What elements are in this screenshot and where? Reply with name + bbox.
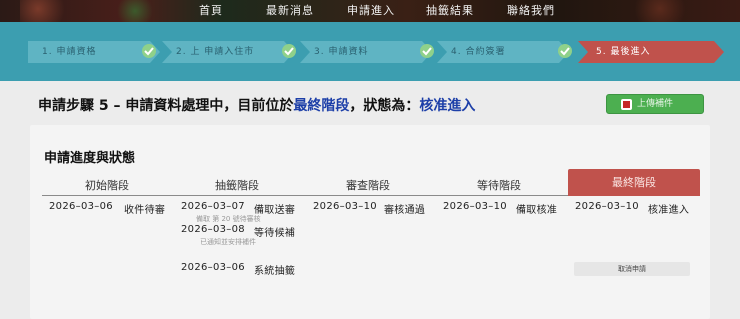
header-decoration [620,0,700,22]
current-state: 核准進入 [419,98,476,114]
lottery-date-2: 2026–03–08 [181,224,245,235]
nav-home[interactable]: 首頁 [199,2,223,20]
review-date: 2026–03–10 [313,201,377,212]
col-initial: 初始階段 [85,179,129,192]
final-date: 2026–03–10 [575,201,639,212]
progress-title: 申請進度與狀態 [44,151,136,166]
step-2[interactable]: 2. 上 申請入住市 [162,41,294,63]
step-1-label: 1. 申請資格 [42,47,97,57]
col-review: 審查階段 [346,179,390,192]
final-status: 核准進入 [648,205,690,216]
nav-apply[interactable]: 申請進入 [347,2,395,20]
lottery-date-1: 2026–03–07 [181,201,245,212]
lottery-date-3: 2026–03–06 [181,262,245,273]
check-icon [142,44,156,58]
nav-contact[interactable]: 聯絡我們 [507,2,555,20]
review-status: 審核通過 [384,205,426,216]
initial-status: 收件待審 [124,205,166,216]
cancel-button-label: 取消申請 [618,265,646,273]
lottery-note-2: 已通知並安排補件 [200,238,256,246]
lottery-status-2: 等待候補 [254,228,296,239]
steps-bar: 1. 申請資格 2. 上 申請入住市 3. 申請資料 4. 合約簽署 5. 最後… [0,22,740,81]
status-line: 申請步驟 5 – 申請資料處理中，目前位於最終階段，狀態為：核准進入 [38,95,475,115]
header-decoration [20,0,80,22]
current-stage: 最終階段 [293,98,350,114]
upload-button-label: 上傳補件 [637,99,674,109]
step-3[interactable]: 3. 申請資料 [300,41,432,63]
check-icon [282,44,296,58]
header-decoration [110,0,160,22]
waiting-status: 備取核准 [516,205,558,216]
top-nav: 首頁 最新消息 申請進入 抽籤結果 聯絡我們 [0,0,740,22]
nav-lottery-results[interactable]: 抽籤結果 [426,2,474,20]
cancel-application-button[interactable]: 取消申請 [574,262,690,276]
step-2-label: 2. 上 申請入住市 [176,47,255,57]
progress-card: 申請進度與狀態 初始階段 抽籤階段 審查階段 等待階段 最終階段 2026–03… [30,125,710,319]
step-5-label: 5. 最後進入 [596,47,651,57]
upload-button[interactable]: 上傳補件 [606,94,704,114]
progress-table-header: 初始階段 抽籤階段 審查階段 等待階段 最終階段 [42,169,700,196]
waiting-date: 2026–03–10 [443,201,507,212]
step-5[interactable]: 5. 最後進入 [578,41,724,63]
step-4[interactable]: 4. 合約簽署 [437,41,569,63]
col-final: 最終階段 [568,169,700,196]
status-middle: ，狀態為： [349,98,420,114]
check-icon [558,44,572,58]
nav-news[interactable]: 最新消息 [266,2,314,20]
lottery-note-1: 備取 第 20 號待審核 [196,215,261,223]
check-icon [420,44,434,58]
document-icon [621,99,632,110]
col-waiting: 等待階段 [477,179,521,192]
status-prefix: 申請步驟 5 – 申請資料處理中，目前位於 [38,98,294,114]
initial-date: 2026–03–06 [49,201,113,212]
lottery-status-3: 系統抽籤 [254,266,296,277]
step-4-label: 4. 合約簽署 [451,47,506,57]
col-lottery: 抽籤階段 [215,179,259,192]
step-3-label: 3. 申請資料 [314,47,369,57]
